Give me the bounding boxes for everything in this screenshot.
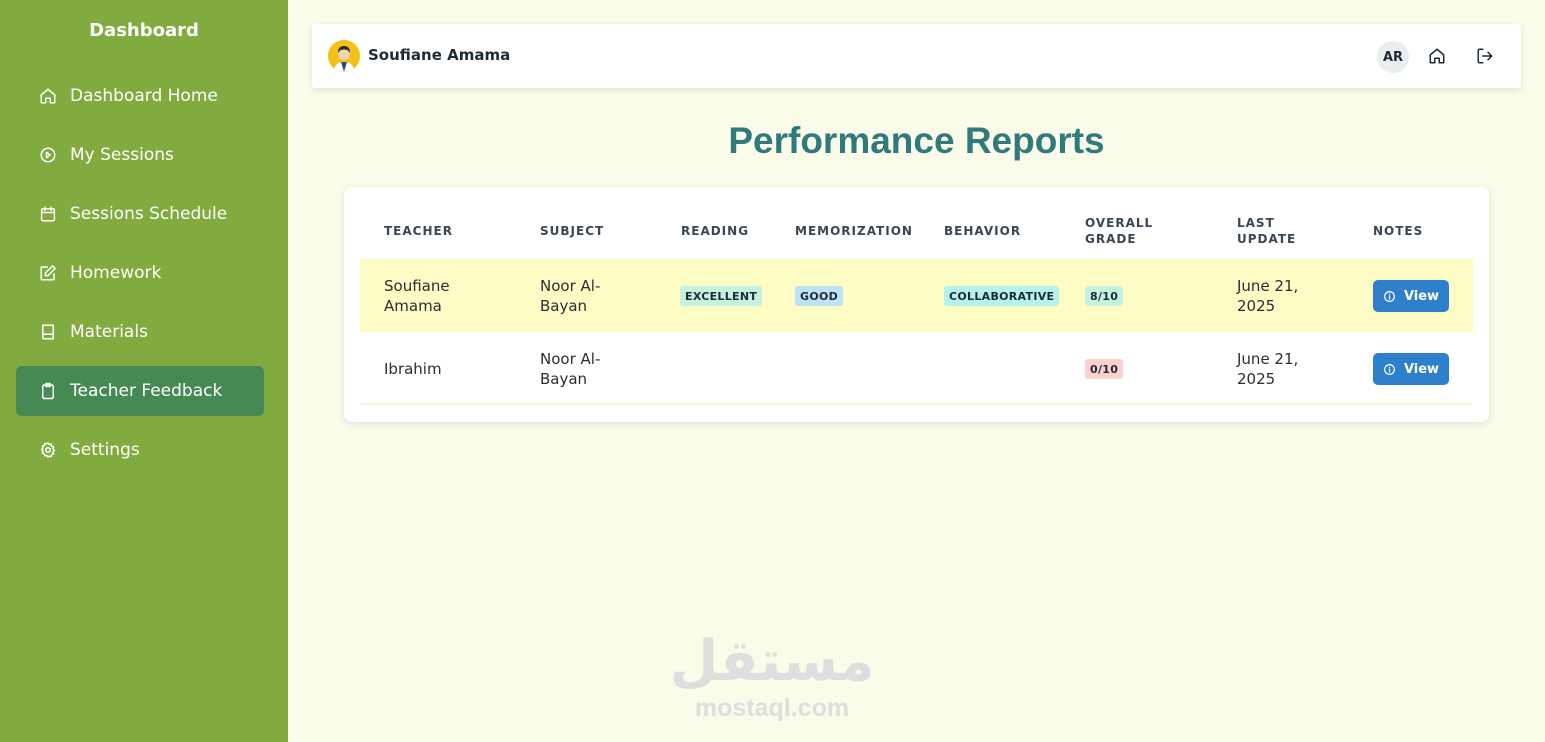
calendar-icon bbox=[39, 205, 57, 223]
column-header-memorization: MEMORIZATION bbox=[795, 224, 913, 238]
watermark-logo: مستقل mostaql.com bbox=[662, 630, 882, 723]
view-button-label: View bbox=[1403, 288, 1440, 304]
column-header-notes: NOTES bbox=[1373, 224, 1424, 238]
edit-icon bbox=[39, 264, 57, 282]
watermark-arabic: مستقل bbox=[669, 629, 875, 694]
info-icon bbox=[1383, 363, 1395, 375]
column-header-reading: READING bbox=[681, 224, 750, 238]
view-notes-button[interactable]: View bbox=[1373, 280, 1449, 312]
sidebar-item-teacher-feedback[interactable]: Teacher Feedback bbox=[16, 366, 264, 416]
table-row: Soufiane Amama Noor Al-Bayan EXCELLENT G… bbox=[360, 259, 1473, 332]
behavior-badge: COLLABORATIVE bbox=[944, 286, 1060, 306]
gear-icon bbox=[39, 441, 57, 459]
logout-icon[interactable] bbox=[1475, 46, 1495, 66]
info-icon bbox=[1383, 290, 1395, 302]
subject-cell: Noor Al-Bayan bbox=[540, 350, 601, 388]
clipboard-icon bbox=[39, 382, 57, 400]
sidebar-item-my-sessions[interactable]: My Sessions bbox=[16, 130, 264, 180]
subject-cell: Noor Al-Bayan bbox=[540, 277, 601, 315]
sidebar-item-label: Materials bbox=[70, 322, 148, 342]
page-title: Performance Reports bbox=[728, 120, 1105, 161]
column-header-subject: SUBJECT bbox=[540, 224, 605, 238]
language-toggle-button[interactable]: AR bbox=[1377, 41, 1409, 73]
book-icon bbox=[39, 323, 57, 341]
grade-badge: 0/10 bbox=[1085, 359, 1124, 379]
sidebar-item-label: Dashboard Home bbox=[70, 86, 218, 106]
avatar[interactable] bbox=[328, 40, 360, 72]
grade-badge: 8/10 bbox=[1085, 286, 1124, 306]
sidebar-item-label: Teacher Feedback bbox=[70, 381, 223, 401]
sidebar-item-settings[interactable]: Settings bbox=[16, 425, 264, 475]
table-row: Ibrahim Noor Al-Bayan 0/10 June 21, 2025… bbox=[360, 332, 1473, 405]
sidebar-item-materials[interactable]: Materials bbox=[16, 307, 264, 357]
sidebar-item-sessions-schedule[interactable]: Sessions Schedule bbox=[16, 189, 264, 239]
user-name: Soufiane Amama bbox=[368, 46, 511, 64]
sidebar-item-label: Settings bbox=[70, 440, 140, 460]
sidebar-item-dashboard-home[interactable]: Dashboard Home bbox=[16, 71, 264, 121]
reports-table: TEACHER SUBJECT READING MEMORIZATION BEH… bbox=[344, 187, 1489, 422]
home-icon bbox=[39, 87, 57, 105]
column-header-last-update: LAST UPDATE bbox=[1237, 216, 1297, 246]
last-update-cell: June 21, 2025 bbox=[1237, 350, 1299, 388]
teacher-cell: Soufiane Amama bbox=[384, 277, 450, 315]
column-header-behavior: BEHAVIOR bbox=[944, 224, 1022, 238]
home-icon[interactable] bbox=[1427, 46, 1447, 66]
teacher-cell: Ibrahim bbox=[384, 360, 442, 378]
memorization-badge: GOOD bbox=[795, 286, 844, 306]
watermark-latin: mostaql.com bbox=[694, 694, 850, 722]
view-button-label: View bbox=[1403, 361, 1440, 377]
top-bar: Soufiane Amama AR bbox=[312, 24, 1521, 88]
reading-badge: EXCELLENT bbox=[680, 286, 763, 306]
sidebar-item-homework[interactable]: Homework bbox=[16, 248, 264, 298]
last-update-cell: June 21, 2025 bbox=[1237, 277, 1299, 315]
column-header-teacher: TEACHER bbox=[384, 224, 453, 238]
view-notes-button[interactable]: View bbox=[1373, 353, 1449, 385]
play-circle-icon bbox=[39, 146, 57, 164]
sidebar-item-label: My Sessions bbox=[70, 145, 174, 165]
sidebar-title: Dashboard bbox=[89, 20, 199, 41]
sidebar: Dashboard Dashboard Home My Sessions Ses… bbox=[0, 0, 288, 742]
sidebar-item-label: Sessions Schedule bbox=[70, 204, 228, 224]
column-header-overall-grade: OVERALL GRADE bbox=[1085, 216, 1154, 246]
sidebar-item-label: Homework bbox=[70, 263, 162, 283]
